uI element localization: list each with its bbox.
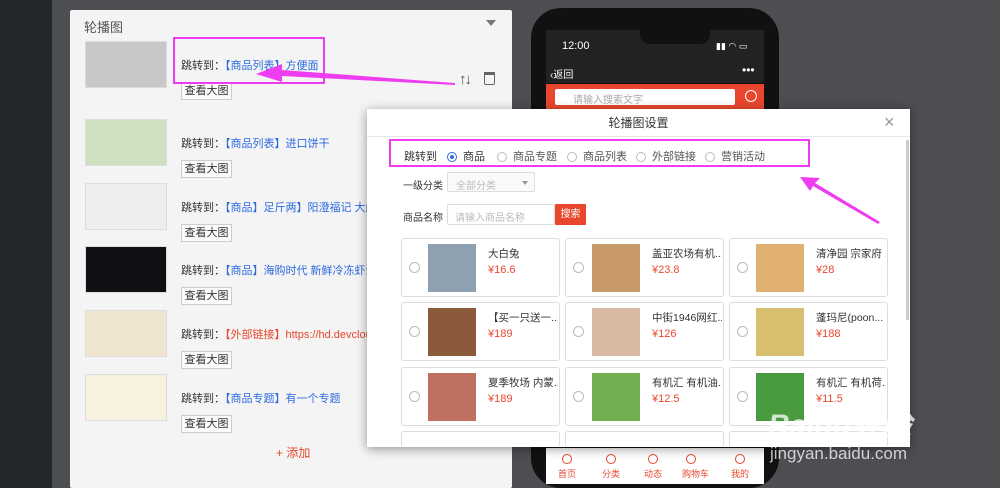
watermark-url: jingyan.baidu.com: [770, 444, 908, 463]
arrow-left: [256, 64, 455, 85]
watermark-brand: Baidu经验: [768, 409, 912, 442]
arrow-up-left: [800, 177, 880, 224]
